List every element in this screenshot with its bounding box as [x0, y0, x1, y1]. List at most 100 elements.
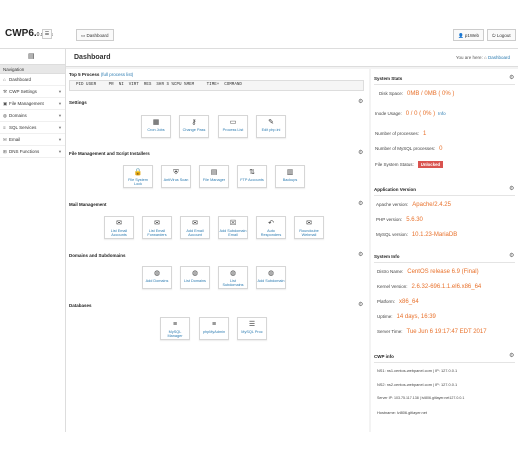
tile-add-email-account[interactable]: ✉ Add Email Account: [180, 216, 210, 239]
system-stats-title: System Stats: [374, 76, 403, 81]
distro-row: Distro Name: CentOS release 6.9 (Final): [377, 269, 479, 275]
tile-auto-responders[interactable]: ↶ Auto Responders: [256, 216, 286, 239]
tile-add-subdomain[interactable]: ◍ Add Subdomain: [256, 266, 286, 289]
sidebar-item-email[interactable]: ✉ Email ▼: [0, 134, 65, 146]
databases-section-title: Databases: [69, 303, 92, 308]
envelope-icon: ✉: [116, 220, 122, 227]
tile-backups[interactable]: ▥ Backups: [275, 165, 305, 188]
breadcrumb-link[interactable]: Dashboard: [488, 55, 510, 60]
divider: [374, 84, 515, 85]
key-icon: ⚷: [191, 119, 197, 126]
full-process-list-link[interactable]: (full process list): [101, 72, 134, 77]
disk-space-row: Disk Space: 0MB / 0MB ( 0% ): [379, 91, 455, 97]
tile-antivirus-scan[interactable]: ⛨ AntiVirus Scan: [161, 165, 191, 188]
mysql-version-row: MySQL version: 10.1.23-MariaDB: [376, 232, 458, 238]
sidebar-item-cwp-settings[interactable]: ⚒ CWP Settings ▼: [0, 86, 65, 98]
divider: [374, 195, 515, 196]
tile-list-email-forwarders[interactable]: ✉ List Email Forwarders: [142, 216, 172, 239]
gear-icon[interactable]: ⚙: [358, 301, 363, 308]
menu-toggle-icon[interactable]: ☰: [42, 29, 52, 39]
globe-icon: ◍: [229, 270, 237, 277]
cwp-info-title: CWP info: [374, 354, 394, 359]
reply-icon: ↶: [268, 220, 274, 227]
inode-usage-row: Inode Usage: 0 / 0 ( 0% ) Info: [375, 111, 446, 117]
tile-mysql-manager[interactable]: ≡ MySQL Manager: [160, 317, 190, 340]
hostname-row: Hostname: lvl806.gitlayer.net: [377, 410, 427, 415]
gear-icon[interactable]: ⚙: [509, 185, 514, 192]
edit-icon: ✎: [268, 119, 274, 126]
tile-file-system-lock[interactable]: 🔒 File System Lock: [123, 165, 153, 188]
calendar-icon: ▦: [152, 119, 160, 126]
processes-row: Number of processes: 1: [375, 131, 427, 137]
fs-status-row: File System Status: Unlocked: [375, 161, 444, 168]
ftp-icon: ⇅: [249, 169, 255, 176]
server-time-row: Server Time: Tue Jun 6 19:17:47 EDT 2017: [377, 329, 487, 335]
sidebar: ▤ Navigation ⌂ Dashboard ⚒ CWP Settings ▼ ▣…: [0, 49, 66, 432]
divider: [374, 362, 515, 363]
database-icon: ≡: [172, 321, 178, 328]
tile-list-subdomains[interactable]: ◍ List Subdomains: [218, 266, 248, 289]
page-title: Dashboard: [74, 54, 111, 61]
tile-mysql-proc[interactable]: ☰ MySQL Proc: [237, 317, 267, 340]
gear-icon[interactable]: ⚙: [358, 149, 363, 156]
bars-icon: ▤: [28, 53, 35, 60]
gear-icon[interactable]: ⚙: [358, 251, 363, 258]
php-version-row: PHP version: 5.6.30: [376, 217, 423, 223]
tile-cron-jobs[interactable]: ▦ Cron Jobs: [141, 115, 171, 138]
tile-edit-php-ini[interactable]: ✎ Edit php.ini: [256, 115, 286, 138]
sidebar-item-dns-functions[interactable]: ⊞ DNS Functions ▼: [0, 146, 65, 158]
chevron-down-icon: ▼: [58, 113, 62, 118]
user-button[interactable]: 👤 p1Web: [453, 29, 485, 41]
tile-process-list[interactable]: ▭ Process List: [218, 115, 248, 138]
sidebar-heading: Navigation: [0, 65, 65, 74]
sidebar-item-domains[interactable]: ◍ Domains ▼: [0, 110, 65, 122]
forward-icon: ✉: [154, 220, 160, 227]
chevron-down-icon: ▼: [58, 101, 62, 106]
process-table-header: PID USER PR NI VIRT RES SHR S %CPU %MEM …: [69, 80, 364, 91]
logout-button[interactable]: ⏻ Logout: [487, 29, 516, 41]
gear-icon[interactable]: ⚙: [509, 74, 514, 81]
chevron-down-icon: ▼: [58, 89, 62, 94]
tile-phpmyadmin[interactable]: ≡ phpMyAdmin: [199, 317, 229, 340]
envelope-x-icon: ☒: [229, 220, 237, 227]
tile-list-domains[interactable]: ◍ List Domains: [180, 266, 210, 289]
divider: [374, 262, 515, 263]
tile-change-pass[interactable]: ⚷ Change Pass: [179, 115, 209, 138]
sidebar-item-sql-services[interactable]: ≡ SQL Services ▼: [0, 122, 65, 134]
uptime-row: Uptime: 14 days, 16:39: [377, 314, 436, 320]
globe-icon: ◍: [153, 270, 161, 277]
top-process-title: Top 5 Process (full process list): [69, 72, 134, 77]
database-icon: ≡: [211, 321, 217, 328]
gear-icon[interactable]: ⚙: [358, 200, 363, 207]
window-icon: ▭: [229, 119, 237, 126]
tile-list-email-accounts[interactable]: ✉ List Email Accounts: [104, 216, 134, 239]
main-content: Dashboard You are here: ⌂ Dashboard Top …: [66, 49, 518, 432]
dashboard-button[interactable]: ▭ Dashboard: [76, 29, 114, 41]
folder-icon: ▤: [210, 169, 218, 176]
kernel-row: Kernel Version: 2.6.32-696.1.1.el6.x86_64: [377, 284, 482, 290]
breadcrumb: You are here: ⌂ Dashboard: [455, 55, 510, 60]
status-badge: Unlocked: [417, 161, 444, 168]
file-management-section-title: File Management and Script Installers: [69, 151, 150, 156]
sidebar-item-dashboard[interactable]: ⌂ Dashboard: [0, 74, 65, 86]
app-window: CWP6.0.x/eas ☰ ▭ Dashboard 👤 p1Web ⏻ Log…: [0, 20, 518, 432]
tile-add-domains[interactable]: ◍ Add Domains: [142, 266, 172, 289]
tile-file-manager[interactable]: ▤ File Manager: [199, 165, 229, 188]
inode-info-link[interactable]: Info: [438, 111, 446, 116]
globe-icon: ◍: [191, 270, 199, 277]
sidebar-toggle[interactable]: ▤: [0, 49, 65, 65]
top-bar: CWP6.0.x/eas ☰ ▭ Dashboard 👤 p1Web ⏻ Log…: [0, 20, 518, 49]
domains-section-title: Domains and Subdomains: [69, 253, 126, 258]
tile-add-subdomain-email[interactable]: ☒ Add Subdomain Email: [218, 216, 248, 239]
tile-ftp-accounts[interactable]: ⇅ FTP Accounts: [237, 165, 267, 188]
left-panel: Top 5 Process (full process list) PID US…: [66, 69, 369, 432]
gear-icon[interactable]: ⚙: [509, 252, 514, 259]
gear-icon[interactable]: ⚙: [509, 352, 514, 359]
platform-row: Platform: x86_64: [377, 299, 419, 305]
shield-icon: ⛨: [173, 169, 179, 176]
sidebar-item-file-management[interactable]: ▣ File Management ▼: [0, 98, 65, 110]
tile-roundcube-webmail[interactable]: ✉ Roundcube Webmail: [294, 216, 324, 239]
apache-version-row: Apache version: Apache/2.4.25: [376, 202, 451, 208]
gear-icon[interactable]: ⚙: [358, 98, 363, 105]
ns2-row: NS2: ns2.centos-webpanel.com | IP: 127.0…: [377, 382, 458, 387]
